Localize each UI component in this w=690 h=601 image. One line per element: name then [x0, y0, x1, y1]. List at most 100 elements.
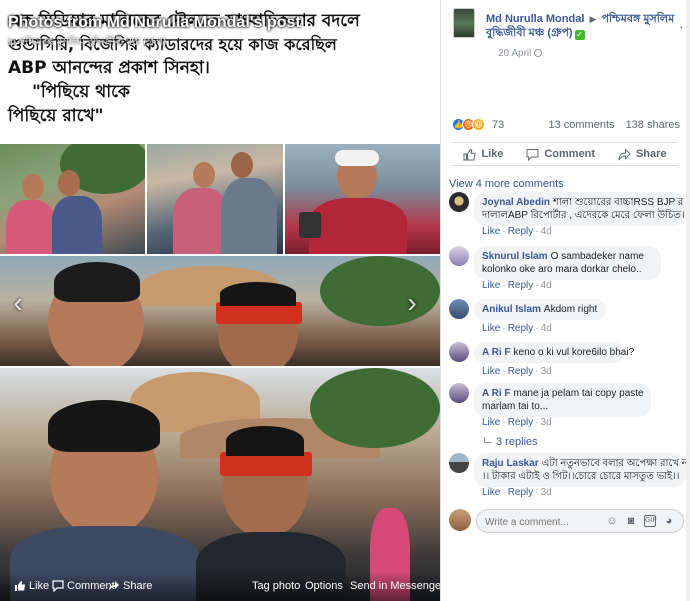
comment-actions: Like · Reply · 4d [482, 226, 552, 237]
commenter-avatar[interactable] [449, 383, 469, 403]
commenter-avatar[interactable] [449, 342, 469, 362]
comment-button[interactable]: Comment [526, 148, 595, 161]
viewer-action-bar: Like Comment Share Tag photo Options Sen… [0, 571, 440, 601]
thumbs-up-icon [463, 148, 477, 160]
commenter-name[interactable]: A Ri F [482, 388, 511, 399]
headline-line-5: পিছিয়ে রাখে" [8, 106, 104, 126]
reaction-icons[interactable]: 👍 😠 😆 [452, 118, 485, 131]
write-comment-row: ☺ ◙ GIF ◕ [449, 509, 687, 535]
comment-actions: Like · Reply · 3d [482, 417, 552, 428]
comment-like-link[interactable]: Like [482, 226, 500, 237]
viewer-comment-button[interactable]: Comment [52, 580, 115, 592]
photo-scuffle-1 [0, 144, 145, 254]
comment-bubble: A Ri Fkeno o ki vul kore6ilo bhai? [474, 342, 634, 363]
view-replies-link[interactable]: 3 replies [484, 436, 538, 448]
tag-photo-button[interactable]: Tag photo [252, 580, 300, 592]
share-icon [618, 147, 631, 160]
comment-label: Comment [544, 148, 596, 160]
comment-bubble: Sknurul Islam O sambadeker name kolonko o… [474, 246, 661, 280]
gif-icon[interactable]: GIF [644, 515, 657, 527]
comment-text-2: marlam tai to... [482, 401, 549, 412]
comment-reply-link[interactable]: Reply [508, 366, 534, 377]
commenter-name[interactable]: Sknurul Islam [482, 251, 548, 262]
options-button[interactable]: Options [305, 580, 343, 592]
group-name-part-1[interactable]: পশ্চিমবঙ্গ মুসলিম [601, 13, 674, 25]
commenter-avatar[interactable] [449, 192, 469, 212]
photo-selfie-large [0, 368, 440, 601]
comment-time[interactable]: 4d [541, 280, 552, 291]
commenter-avatar[interactable] [449, 453, 469, 473]
author-line: Md Nurulla Mondal ▶ পশ্চিমবঙ্গ মুসলিম [486, 12, 674, 26]
like-button[interactable]: Like [463, 148, 503, 161]
shares-count[interactable]: 138 shares [626, 119, 680, 131]
comment-text-1: এটা নতুনভাবে বলার অপেক্ষা রাখে না [541, 458, 690, 469]
photo-viewer[interactable]: এক মিডিয়ার মালিকের দৌলতে সাংবাদিকতার বদ… [0, 0, 440, 601]
comment-reply-link[interactable]: Reply [508, 487, 534, 498]
comment-like-link[interactable]: Like [482, 323, 500, 334]
reaction-count[interactable]: 73 [492, 119, 504, 131]
comment-time[interactable]: 4d [541, 323, 552, 334]
photo-reporter-bandaged [285, 144, 440, 254]
caret-right-icon: ▶ [589, 14, 597, 24]
post-timestamp[interactable]: 20 April [498, 48, 543, 59]
comment-reply-link[interactable]: Reply [508, 417, 534, 428]
view-more-comments-link[interactable]: View 4 more comments [449, 178, 564, 190]
commenter-name[interactable]: A Ri F [482, 347, 511, 358]
prev-photo-icon[interactable]: ‹ [10, 288, 26, 318]
comment-time[interactable]: 3d [541, 487, 552, 498]
next-photo-icon[interactable]: › [404, 288, 420, 318]
current-user-avatar[interactable] [449, 509, 471, 531]
comments-count[interactable]: 13 comments [548, 119, 614, 131]
comment-bubble: A Ri Fmane ja pelam tai copy paste marla… [474, 383, 651, 417]
comment-composer[interactable]: ☺ ◙ GIF ◕ [476, 509, 684, 533]
comment-like-link[interactable]: Like [482, 366, 500, 377]
viewer-share-button[interactable]: Share [108, 580, 152, 592]
comment-reply-link[interactable]: Reply [508, 226, 534, 237]
comment-like-link[interactable]: Like [482, 280, 500, 291]
comment-reply-link[interactable]: Reply [508, 323, 534, 334]
author-name[interactable]: Md Nurulla Mondal [486, 13, 584, 25]
comment-actions: Like · Reply · 4d [482, 280, 552, 291]
commenter-name[interactable]: Anikul Islam [482, 304, 541, 315]
comment-text-1: শালা শুয়োরের বাচ্চাRSS BJP র [552, 197, 684, 208]
commenter-name[interactable]: Raju Laskar [482, 458, 539, 469]
comment-like-link[interactable]: Like [482, 417, 500, 428]
comment-time[interactable]: 4d [541, 226, 552, 237]
expand-icon[interactable] [402, 20, 420, 38]
comment-bubble: Anikul Islam Akdom right [474, 299, 606, 320]
viewer-post-title[interactable]: Photos from Md Nurulla Mondal's post [8, 14, 301, 32]
share-icon [109, 581, 119, 591]
viewer-post-subtitle[interactable]: in পশ্চিমবঙ্গ মুসলিম বুদ্ধিজীবী মঞ্চ (গ্… [8, 35, 166, 52]
composer-icons: ☺ ◙ GIF ◕ [606, 515, 675, 527]
comment-bubble: Raju Laskar এটা নতুনভাবে বলার অপেক্ষা রাখ… [474, 453, 690, 487]
send-in-messenger-button[interactable]: Send in Messenger [350, 580, 440, 592]
thumbs-up-icon [15, 581, 25, 591]
sidebar-scrollbar[interactable] [686, 0, 690, 601]
group-name-line-2[interactable]: বুদ্ধিজীবী মঞ্চ (গ্রুপ) ✓ [486, 26, 585, 40]
share-button[interactable]: Share [618, 147, 667, 161]
comment-reply-link[interactable]: Reply [508, 280, 534, 291]
comment-like-link[interactable]: Like [482, 487, 500, 498]
comment-input[interactable] [485, 514, 595, 530]
comment-icon [52, 580, 64, 592]
haha-reaction-icon: 😆 [472, 118, 485, 131]
comment-text-1: O sambadeker name [550, 251, 644, 262]
sticker-icon[interactable]: ◕ [663, 515, 675, 527]
author-avatar[interactable] [453, 8, 475, 38]
emoji-icon[interactable]: ☺ [606, 515, 618, 527]
commenter-name[interactable]: Joynal Abedin [482, 197, 550, 208]
reply-arrow-icon [484, 437, 492, 443]
comment-time[interactable]: 3d [541, 417, 552, 428]
comment-actions: Like · Reply · 4d [482, 323, 552, 334]
comment-time[interactable]: 3d [541, 366, 552, 377]
group-name-part-2: বুদ্ধিজীবী মঞ্চ (গ্রুপ) [486, 27, 573, 39]
comment-text-1: Akdom right [543, 304, 598, 315]
post-action-bar: Like Comment Share [452, 142, 678, 166]
comment-text-1: mane ja pelam tai copy paste [513, 388, 644, 399]
commenter-avatar[interactable] [449, 299, 469, 319]
comment-text-2: দালালABP রিপোর্টার , এদেরকে মেরে ফেলা উচ… [482, 210, 685, 221]
camera-icon[interactable]: ◙ [625, 515, 637, 527]
viewer-like-button[interactable]: Like [14, 580, 49, 592]
viewer-share-label: Share [123, 580, 153, 592]
commenter-avatar[interactable] [449, 246, 469, 266]
